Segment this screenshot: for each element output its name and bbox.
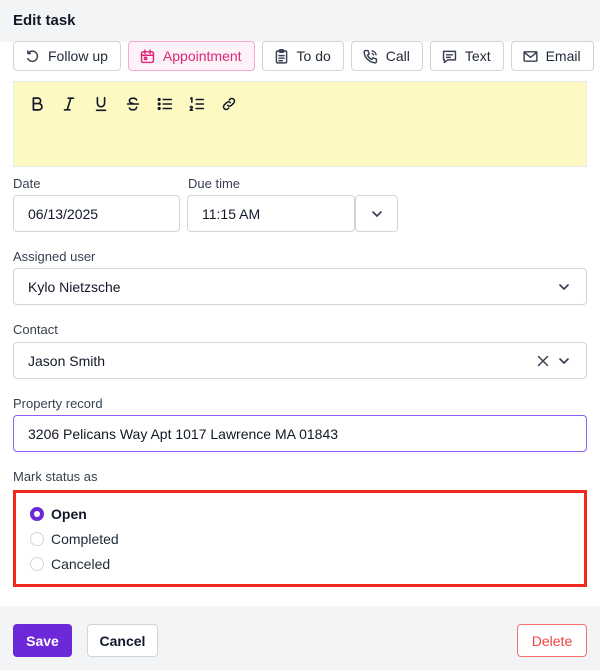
mail-icon <box>522 48 539 65</box>
task-type-label: Appointment <box>162 48 242 64</box>
clipboard-icon <box>273 48 290 65</box>
property-record-input[interactable]: 3206 Pelicans Way Apt 1017 Lawrence MA 0… <box>13 415 587 452</box>
status-option-completed[interactable]: Completed <box>30 531 119 547</box>
dialog-title: Edit task <box>13 12 76 29</box>
status-option-open[interactable]: Open <box>30 506 87 522</box>
assigned-user-value: Kylo Nietzsche <box>28 278 121 295</box>
assigned-user-select[interactable]: Kylo Nietzsche <box>13 268 587 305</box>
property-record-label: Property record <box>13 396 103 411</box>
status-label: Mark status as <box>13 469 98 484</box>
task-type-email-button[interactable]: Email <box>510 41 594 71</box>
bold-icon[interactable] <box>27 94 47 114</box>
cancel-button[interactable]: Cancel <box>87 624 158 657</box>
task-type-label: Call <box>385 48 410 64</box>
date-field[interactable]: 06/13/2025 <box>13 195 180 232</box>
task-type-label: Follow up <box>48 48 108 64</box>
task-type-label: Email <box>545 48 581 64</box>
date-label: Date <box>13 176 41 191</box>
radio-unchecked-icon[interactable] <box>30 557 44 571</box>
due-time-value: 11:15 AM <box>202 205 261 222</box>
dialog-footer: Save Cancel Delete <box>0 606 600 670</box>
property-record-value: 3206 Pelicans Way Apt 1017 Lawrence MA 0… <box>28 425 339 442</box>
clear-icon[interactable] <box>535 353 551 369</box>
editor-toolbar <box>27 94 239 114</box>
chevron-down-icon <box>556 279 572 295</box>
task-type-label: To do <box>296 48 331 64</box>
task-type-appointment-button[interactable]: Appointment <box>127 41 255 71</box>
contact-value: Jason Smith <box>28 352 106 369</box>
delete-button[interactable]: Delete <box>517 624 587 657</box>
assigned-user-label: Assigned user <box>13 249 96 264</box>
contact-label: Contact <box>13 322 58 337</box>
task-type-call-button[interactable]: Call <box>350 41 423 71</box>
task-type-label: Text <box>464 48 491 64</box>
message-icon <box>441 48 458 65</box>
bulleted-list-icon[interactable] <box>155 94 175 114</box>
phone-icon <box>362 48 379 65</box>
status-option-label: Completed <box>51 531 119 547</box>
italic-icon[interactable] <box>59 94 79 114</box>
status-option-label: Canceled <box>51 556 111 572</box>
due-time-dropdown-button[interactable] <box>355 195 398 232</box>
status-option-label: Open <box>51 506 87 522</box>
save-button[interactable]: Save <box>13 624 72 657</box>
description-editor[interactable] <box>13 81 587 167</box>
numbered-list-icon[interactable] <box>187 94 207 114</box>
chevron-down-icon <box>556 353 572 369</box>
dialog-header: Edit task <box>0 0 600 42</box>
underline-icon[interactable] <box>91 94 111 114</box>
chevron-down-icon <box>369 206 385 222</box>
radio-unchecked-icon[interactable] <box>30 532 44 546</box>
strikethrough-icon[interactable] <box>123 94 143 114</box>
date-value: 06/13/2025 <box>28 205 99 222</box>
task-type-to-do-button[interactable]: To do <box>261 41 344 71</box>
task-type-text-button[interactable]: Text <box>429 41 504 71</box>
status-radio-group: Open Completed Canceled <box>13 490 587 587</box>
task-type-follow-up-button[interactable]: Follow up <box>13 41 121 71</box>
follow-up-icon <box>24 48 41 65</box>
link-icon[interactable] <box>219 94 239 114</box>
contact-select[interactable]: Jason Smith <box>13 342 587 379</box>
status-option-canceled[interactable]: Canceled <box>30 556 110 572</box>
calendar-icon <box>139 48 156 65</box>
due-time-field[interactable]: 11:15 AM <box>187 195 355 232</box>
radio-checked-icon[interactable] <box>30 507 44 521</box>
task-type-bar: Follow up Appointment To do Call Text Em… <box>13 41 594 71</box>
due-time-label: Due time <box>188 176 241 191</box>
